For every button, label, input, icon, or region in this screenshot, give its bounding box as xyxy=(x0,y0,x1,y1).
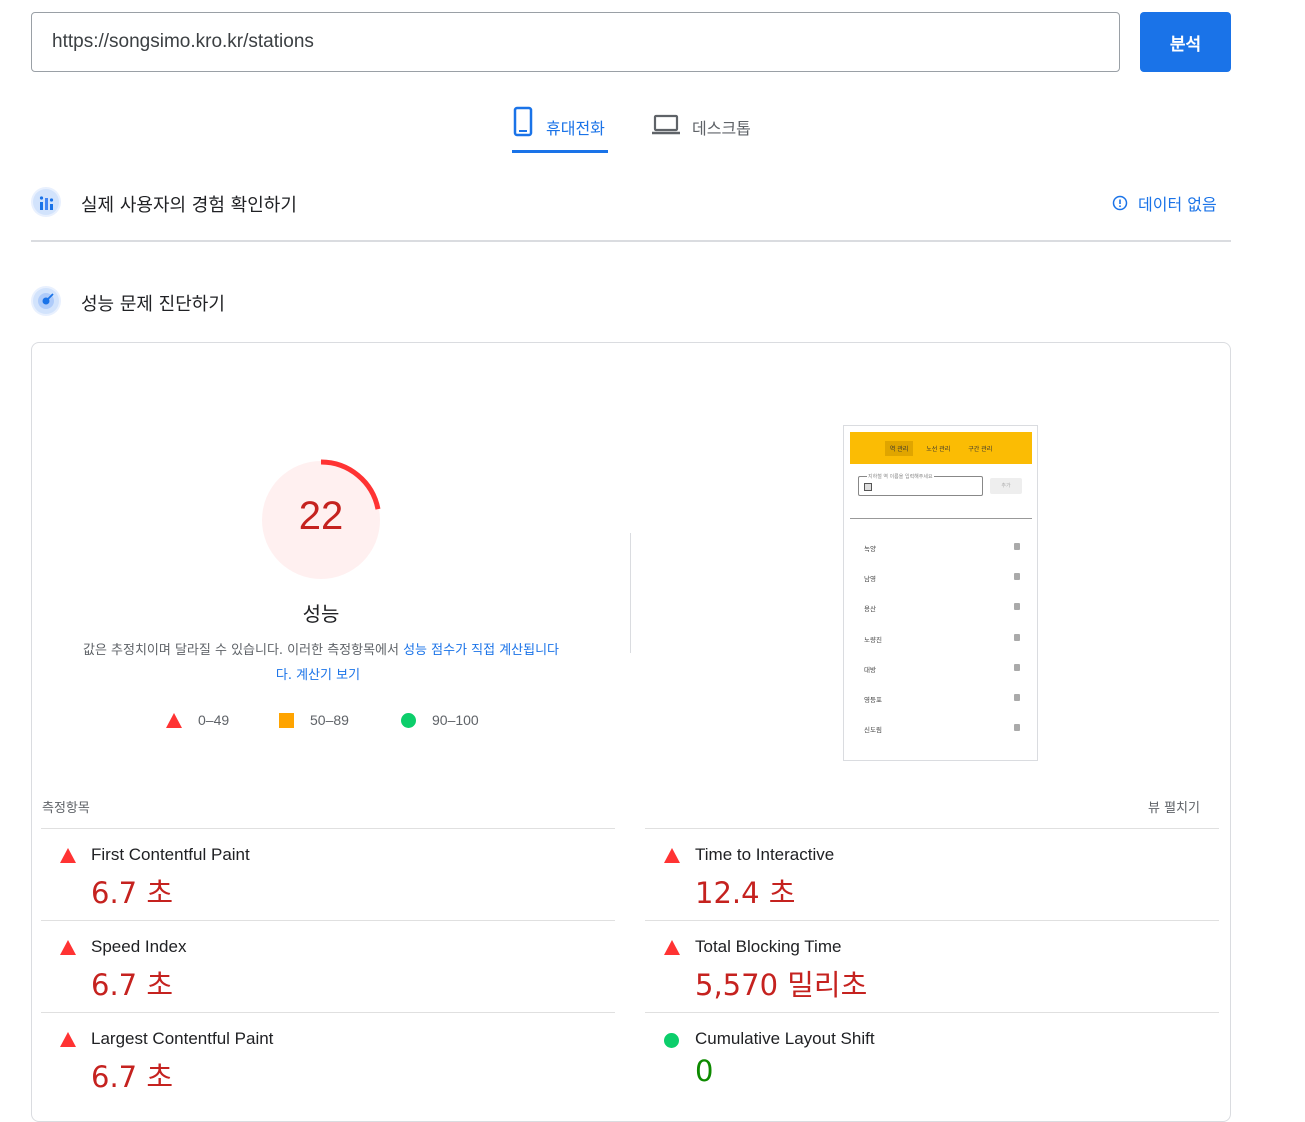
screenshot-add-button: 추가 xyxy=(990,478,1022,494)
score-value: 22 xyxy=(298,494,344,538)
calculator-link[interactable]: 다. 계산기 보기 xyxy=(276,668,360,683)
tab-desktop[interactable]: 데스크톱 xyxy=(652,105,762,153)
expand-view-toggle[interactable]: 뷰 펼치기 xyxy=(1148,797,1200,816)
screenshot-station-row: 용산 xyxy=(850,595,1020,625)
metric-name: Speed Index xyxy=(91,937,187,956)
metric-cls: Cumulative Layout Shift 0 xyxy=(645,1012,1215,1104)
screenshot-input: 지하철 역 이름을 입력해주세요 xyxy=(858,473,983,496)
info-icon xyxy=(1112,195,1128,211)
legend-pass-range: 90–100 xyxy=(432,712,479,728)
score-calc-link[interactable]: 성능 점수가 직접 계산됩니다 xyxy=(403,643,559,658)
metric-value: 6.7 초 xyxy=(91,1060,174,1094)
screenshot-station-row: 녹양 xyxy=(850,535,1020,565)
tab-mobile-label: 휴대전화 xyxy=(546,119,605,138)
tab-desktop-label: 데스크톱 xyxy=(692,119,751,138)
field-data-title: 실제 사용자의 경험 확인하기 xyxy=(81,195,297,216)
station-name: 용산 xyxy=(864,605,876,613)
legend-pass: 90–100 xyxy=(401,712,479,728)
trash-icon xyxy=(1014,634,1020,641)
legend-average: 50–89 xyxy=(279,712,349,728)
metric-name: Total Blocking Time xyxy=(695,937,842,956)
analyze-button[interactable]: 분석 xyxy=(1140,12,1231,72)
metric-value: 0 xyxy=(695,1054,714,1088)
station-name: 대방 xyxy=(864,666,876,674)
station-name: 노량진 xyxy=(864,636,882,644)
laptop-icon xyxy=(652,114,680,135)
metric-name: Time to Interactive xyxy=(695,845,835,864)
triangle-icon xyxy=(166,712,182,728)
screenshot-nav-item: 역 관리 xyxy=(884,440,914,456)
fail-triangle-icon xyxy=(664,848,680,863)
screenshot-divider xyxy=(850,518,1032,519)
no-data-link[interactable]: 데이터 없음 xyxy=(1112,191,1217,215)
page-screenshot: 역 관리 노선 관리 구간 관리 지하철 역 이름을 입력해주세요 추가 녹양 … xyxy=(843,425,1038,761)
screenshot-station-row: 영등포 xyxy=(850,686,1020,716)
trash-icon xyxy=(1014,724,1020,731)
screenshot-input-placeholder: 지하철 역 이름을 입력해주세요 xyxy=(867,473,934,480)
lab-data-title: 성능 문제 진단하기 xyxy=(81,294,225,315)
metric-name: Largest Contentful Paint xyxy=(91,1029,274,1048)
trash-icon xyxy=(1014,694,1020,701)
score-description: 값은 추정치이며 달라질 수 있습니다. 이러한 측정항목에서 성능 점수가 직… xyxy=(62,638,580,688)
screenshot-station-row: 신도림 xyxy=(850,716,1020,746)
screenshot-station-row: 남영 xyxy=(850,565,1020,595)
metrics-title: 측정항목 xyxy=(42,801,90,816)
circle-icon xyxy=(401,712,416,728)
legend-fail: 0–49 xyxy=(166,712,229,728)
metric-speed-index: Speed Index 6.7 초 xyxy=(41,920,611,1012)
station-name: 녹양 xyxy=(864,545,876,553)
pass-circle-icon xyxy=(664,1033,679,1048)
metric-value: 12.4 초 xyxy=(695,876,796,910)
screenshot-nav-item: 구간 관리 xyxy=(968,445,993,453)
trash-icon xyxy=(1014,573,1020,580)
section-divider xyxy=(31,240,1231,242)
field-data-icon xyxy=(31,187,61,217)
metric-lcp: Largest Contentful Paint 6.7 초 xyxy=(41,1012,611,1104)
trash-icon xyxy=(1014,543,1020,550)
vertical-divider xyxy=(630,533,631,653)
station-name: 영등포 xyxy=(864,696,882,704)
metric-name: First Contentful Paint xyxy=(91,845,250,864)
screenshot-station-row: 노량진 xyxy=(850,626,1020,656)
score-desc-text: 값은 추정치이며 달라질 수 있습니다. 이러한 측정항목에서 xyxy=(82,643,404,658)
url-input[interactable] xyxy=(31,12,1120,72)
lab-data-icon xyxy=(31,286,61,316)
fail-triangle-icon xyxy=(60,848,76,863)
metric-value: 6.7 초 xyxy=(91,876,174,910)
metric-name: Cumulative Layout Shift xyxy=(695,1029,875,1048)
legend-fail-range: 0–49 xyxy=(198,712,230,728)
screenshot-station-row: 대방 xyxy=(850,656,1020,686)
score-label: 성능 xyxy=(302,602,340,626)
metric-tbt: Total Blocking Time 5,570 밀리초 xyxy=(645,920,1215,1012)
fail-triangle-icon xyxy=(664,940,680,955)
metric-tti: Time to Interactive 12.4 초 xyxy=(645,828,1215,920)
screenshot-nav: 역 관리 노선 관리 구간 관리 xyxy=(850,432,1032,464)
no-data-label: 데이터 없음 xyxy=(1138,195,1217,214)
fail-triangle-icon xyxy=(60,940,76,955)
metric-fcp: First Contentful Paint 6.7 초 xyxy=(41,828,611,920)
train-icon xyxy=(864,483,872,491)
station-name: 신도림 xyxy=(864,726,882,734)
square-icon xyxy=(279,712,294,728)
fail-triangle-icon xyxy=(60,1032,76,1047)
metric-value: 5,570 밀리초 xyxy=(695,968,868,1002)
station-name: 남영 xyxy=(864,575,876,583)
legend-average-range: 50–89 xyxy=(310,712,349,728)
trash-icon xyxy=(1014,603,1020,610)
trash-icon xyxy=(1014,664,1020,671)
smartphone-icon xyxy=(513,106,533,137)
screenshot-nav-item: 노선 관리 xyxy=(926,445,951,453)
metric-value: 6.7 초 xyxy=(91,968,174,1002)
tab-mobile[interactable]: 휴대전화 xyxy=(512,105,608,153)
